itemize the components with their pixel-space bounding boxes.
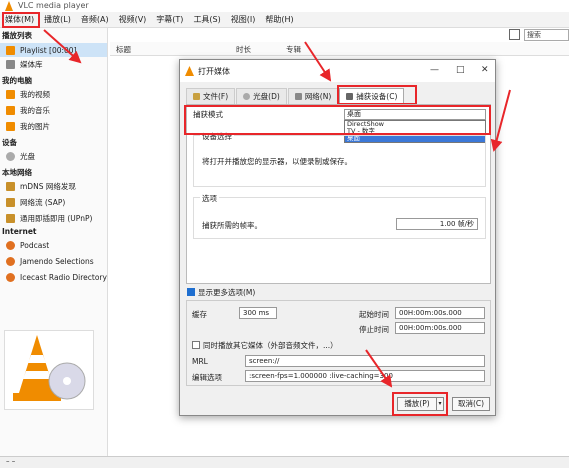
annotation-arrows — [43, 29, 511, 388]
arrow-to-play-button — [365, 349, 393, 388]
arrow-to-capture-tab — [304, 41, 332, 82]
arrow-to-capture-mode — [490, 89, 511, 152]
arrow-to-media-menu — [43, 29, 82, 64]
